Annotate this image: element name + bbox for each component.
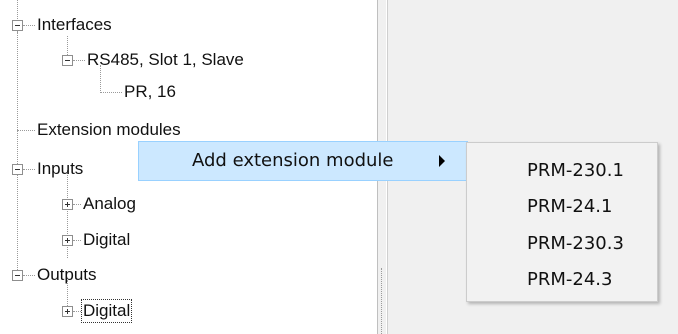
collapse-toggle-inputs[interactable] bbox=[12, 164, 23, 175]
submenu-item-prm-24-3[interactable]: PRM-24.3 bbox=[527, 269, 612, 290]
tree-line bbox=[17, 30, 18, 280]
splitter-grip[interactable] bbox=[381, 268, 384, 334]
tree-line bbox=[17, 130, 35, 131]
submenu-extension-modules: PRM-230.1 PRM-24.1 PRM-230.3 PRM-24.3 bbox=[466, 142, 658, 302]
tree-line bbox=[73, 311, 81, 312]
submenu-item-prm-24-1[interactable]: PRM-24.1 bbox=[527, 196, 612, 217]
tree-node-extension-modules[interactable]: Extension modules bbox=[37, 120, 181, 140]
tree-line bbox=[23, 169, 35, 170]
submenu-arrow-icon bbox=[439, 155, 445, 167]
expand-toggle-inputs-analog[interactable] bbox=[62, 199, 73, 210]
tree-node-pr[interactable]: PR, 16 bbox=[124, 82, 176, 102]
collapse-toggle-rs485[interactable] bbox=[62, 55, 73, 66]
context-menu-label: Add extension module bbox=[192, 150, 394, 171]
tree-node-interfaces[interactable]: Interfaces bbox=[37, 15, 112, 35]
expand-toggle-inputs-digital[interactable] bbox=[62, 235, 73, 246]
tree-line bbox=[23, 275, 35, 276]
submenu-item-prm-230-1[interactable]: PRM-230.1 bbox=[527, 160, 624, 181]
tree-node-inputs-analog[interactable]: Analog bbox=[83, 194, 136, 214]
tree-node-inputs-digital[interactable]: Digital bbox=[83, 230, 130, 250]
tree-line bbox=[73, 240, 81, 241]
tree-node-outputs-digital[interactable]: Digital bbox=[80, 299, 133, 323]
tree-line bbox=[73, 204, 81, 205]
tree-node-rs485[interactable]: RS485, Slot 1, Slave bbox=[87, 50, 244, 70]
tree-line bbox=[73, 60, 85, 61]
context-menu-item-add-extension-module[interactable]: Add extension module bbox=[138, 141, 468, 181]
collapse-toggle-outputs[interactable] bbox=[12, 270, 23, 281]
collapse-toggle-interfaces[interactable] bbox=[12, 20, 23, 31]
submenu-item-prm-230-3[interactable]: PRM-230.3 bbox=[527, 233, 624, 254]
expand-toggle-outputs-digital[interactable] bbox=[62, 306, 73, 317]
tree-node-inputs[interactable]: Inputs bbox=[37, 159, 83, 179]
tree-line bbox=[100, 92, 122, 93]
tree-line bbox=[23, 25, 35, 26]
tree-node-outputs[interactable]: Outputs bbox=[37, 265, 97, 285]
